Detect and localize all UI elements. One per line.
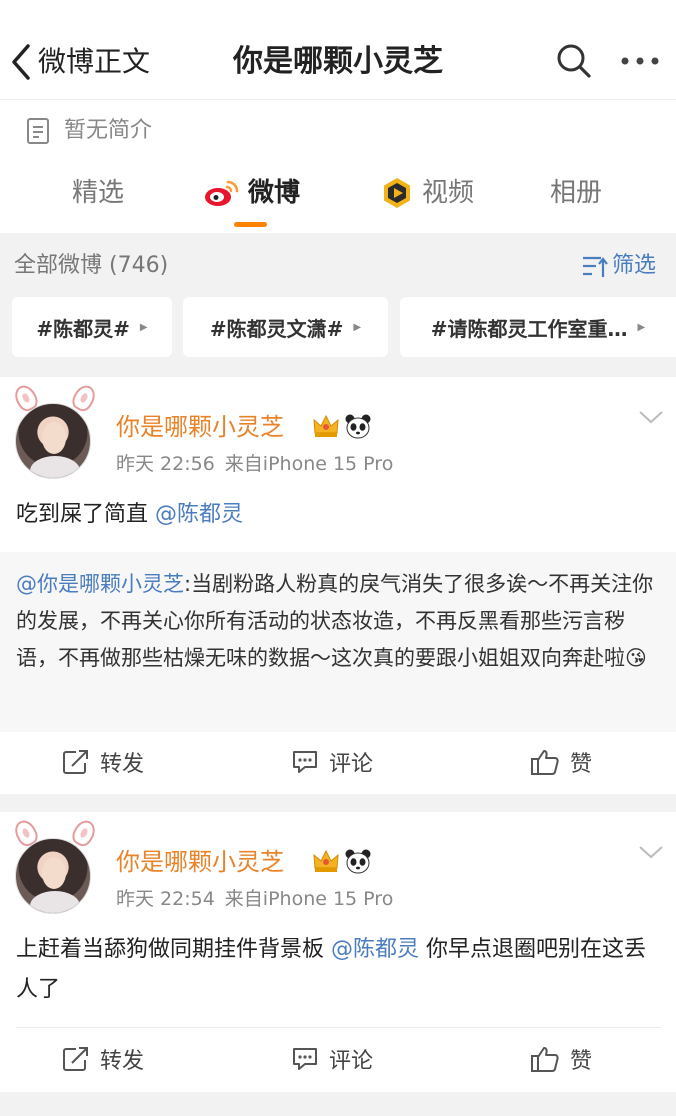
comment-button[interactable]: 评论 — [291, 730, 373, 794]
comment-icon — [293, 1048, 317, 1070]
user-badges — [312, 413, 372, 439]
repost-block[interactable]: @你是哪颗小灵芝:当剧粉路人粉真的戾气消失了很多诶～不再关注你的发展，不再关心你… — [0, 552, 676, 732]
crown-badge-icon — [313, 414, 339, 437]
weibo-count: 全部微博 (746) — [14, 253, 169, 278]
avatar[interactable] — [10, 381, 102, 479]
filter-bar: 全部微博 (746) 筛选 #陈都灵# ▶ #陈都灵文潇# ▶ #请陈都灵工作室… — [0, 233, 676, 377]
search-icon — [557, 44, 591, 78]
tab-label: 相册 — [550, 178, 603, 208]
video-play-icon — [384, 178, 410, 208]
tab-label: 精选 — [72, 178, 125, 208]
post-body: 吃到屎了简直 — [16, 502, 155, 527]
post-time: 昨天 22:54 — [116, 888, 215, 910]
repost-label: 转发 — [100, 1049, 145, 1074]
tab-album[interactable]: 相册 — [550, 173, 602, 213]
intro-text: 暂无简介 — [64, 118, 153, 143]
comment-label: 评论 — [329, 752, 374, 777]
kiss-emoji: 😘 — [625, 646, 647, 670]
avatar-image — [15, 403, 91, 479]
repost-button[interactable]: 转发 — [62, 730, 144, 794]
filter-icon — [583, 256, 608, 277]
crown-badge-icon — [313, 849, 339, 872]
active-tab-indicator — [234, 222, 267, 227]
weibo-post: 你是哪颗小灵芝 昨天 22:56 来自iPhone 15 Pro 吃到屎了简直 @… — [0, 377, 676, 794]
topic-chip[interactable]: #请陈都灵工作室重… ▶ — [400, 297, 676, 357]
post-username[interactable]: 你是哪颗小灵芝 — [116, 409, 284, 445]
post-actions: 转发 评论 赞 — [0, 1027, 676, 1091]
thumbs-up-icon — [531, 750, 559, 775]
more-button[interactable] — [620, 48, 660, 78]
user-badges — [312, 848, 372, 874]
repost-text: @你是哪颗小灵芝:当剧粉路人粉真的戾气消失了很多诶～不再关注你的发展，不再关心你… — [16, 566, 661, 677]
comment-icon — [293, 751, 317, 773]
post-options-button[interactable] — [638, 409, 664, 429]
post-text: 上赶着当舔狗做同期挂件背景板 @陈都灵 你早点退圈吧别在这丢人了 — [16, 930, 661, 1010]
chip-arrow-icon: ▶ — [637, 321, 646, 333]
post-source: 来自iPhone 15 Pro — [224, 888, 394, 910]
tab-featured[interactable]: 精选 — [72, 173, 124, 213]
more-icon — [621, 57, 659, 65]
tab-label: 微博 — [248, 178, 301, 208]
avatar-image — [15, 838, 91, 914]
like-label: 赞 — [570, 752, 593, 777]
like-button[interactable]: 赞 — [530, 1027, 592, 1091]
topic-chip[interactable]: #陈都灵# ▶ — [12, 297, 172, 357]
post-meta: 昨天 22:56 来自iPhone 15 Pro — [116, 449, 403, 479]
tab-weibo[interactable]: 微博 — [204, 173, 300, 213]
profile-intro: 暂无简介 — [26, 113, 152, 149]
panda-badge-icon — [345, 849, 371, 874]
post-username[interactable]: 你是哪颗小灵芝 — [116, 844, 284, 880]
comment-button[interactable]: 评论 — [291, 1027, 373, 1091]
tab-video[interactable]: 视频 — [380, 173, 474, 213]
post-time: 昨天 22:56 — [116, 453, 215, 475]
chip-label: #陈都灵文潇# — [209, 316, 344, 341]
chip-arrow-icon: ▶ — [353, 321, 362, 333]
top-nav-bar: 微博正文 你是哪颗小灵芝 — [0, 0, 676, 100]
panda-badge-icon — [345, 414, 371, 439]
weibo-logo-icon — [205, 180, 239, 206]
post-text: 吃到屎了简直 @陈都灵 — [16, 495, 661, 535]
post-options-button[interactable] — [638, 844, 664, 864]
filter-button[interactable]: 筛选 — [582, 249, 656, 283]
like-button[interactable]: 赞 — [530, 730, 592, 794]
document-icon — [27, 118, 49, 144]
repost-icon — [63, 750, 88, 774]
repost-button[interactable]: 转发 — [62, 1027, 144, 1091]
weibo-post: 你是哪颗小灵芝 昨天 22:54 来自iPhone 15 Pro 上赶着当舔狗做同… — [0, 812, 676, 1116]
post-separator — [0, 1092, 676, 1116]
post-body: 上赶着当舔狗做同期挂件背景板 — [16, 937, 331, 962]
thumbs-up-icon — [531, 1047, 559, 1072]
post-actions: 转发 评论 赞 — [0, 730, 676, 794]
filter-label: 筛选 — [612, 253, 657, 278]
topic-chip[interactable]: #陈都灵文潇# ▶ — [183, 297, 388, 357]
search-button[interactable] — [555, 42, 593, 84]
repost-label: 转发 — [100, 752, 145, 777]
comment-label: 评论 — [329, 1049, 374, 1074]
chevron-down-icon — [639, 411, 663, 424]
profile-tabs: 精选 微博 视频 相册 — [0, 165, 676, 233]
back-label: 微博正文 — [38, 45, 151, 78]
like-label: 赞 — [570, 1049, 593, 1074]
post-separator — [0, 794, 676, 812]
repost-author-link[interactable]: @你是哪颗小灵芝 — [16, 572, 184, 596]
back-arrow-icon — [12, 44, 30, 80]
chip-arrow-icon: ▶ — [139, 321, 148, 333]
mention-link[interactable]: @陈都灵 — [331, 937, 419, 962]
repost-icon — [63, 1047, 88, 1071]
mention-link[interactable]: @陈都灵 — [155, 502, 243, 527]
post-meta: 昨天 22:54 来自iPhone 15 Pro — [116, 884, 403, 914]
avatar[interactable] — [10, 816, 102, 914]
chip-label: #请陈都灵工作室重… — [430, 316, 628, 341]
chip-label: #陈都灵# — [36, 316, 130, 341]
tab-label: 视频 — [422, 178, 475, 208]
post-source: 来自iPhone 15 Pro — [224, 453, 394, 475]
back-button[interactable]: 微博正文 — [10, 42, 150, 82]
chevron-down-icon — [639, 846, 663, 859]
